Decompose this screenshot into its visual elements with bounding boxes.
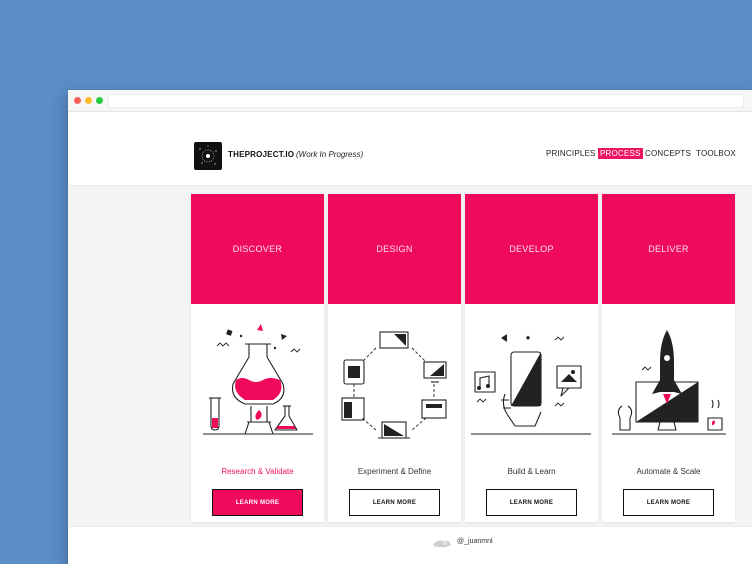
card-design: DESIGN Experiment & Define LEARN MORE — [328, 194, 461, 522]
card-header: DESIGN — [328, 194, 461, 304]
devices-cycle-icon — [334, 322, 455, 442]
site-footer: @_juanmnl — [68, 526, 752, 564]
maximize-window-button[interactable] — [96, 97, 103, 104]
learn-more-button[interactable]: LEARN MORE — [212, 489, 303, 516]
browser-window: THEPROJECT.IO (Work In Progress) PRINCIP… — [68, 90, 752, 564]
card-header: DISCOVER — [191, 194, 324, 304]
card-title: DEVELOP — [509, 244, 554, 254]
card-deliver: DELIVER Automate & Scale LEARN MORE — [602, 194, 735, 522]
card-discover: DISCOVER Research & Validate LEARN MORE — [191, 194, 324, 522]
card-subtitle: Research & Validate — [221, 467, 294, 476]
minimize-window-button[interactable] — [85, 97, 92, 104]
lab-flasks-icon — [197, 322, 318, 442]
rocket-monitor-icon — [608, 322, 729, 442]
card-subtitle: Experiment & Define — [357, 467, 432, 476]
card-header: DELIVER — [602, 194, 735, 304]
nav-principles[interactable]: PRINCIPLES — [546, 149, 596, 158]
nav-toolbox[interactable]: TOOLBOX — [696, 149, 736, 158]
avatar-icon — [431, 536, 453, 548]
learn-more-button[interactable]: LEARN MORE — [349, 489, 440, 516]
logo-icon[interactable] — [194, 142, 222, 170]
nav-process[interactable]: PROCESS — [598, 148, 643, 159]
card-header: DEVELOP — [465, 194, 598, 304]
card-develop: DEVELOP Build & Learn LEARN MORE — [465, 194, 598, 522]
process-section: DISCOVER Research & Validate LEARN MORE … — [68, 186, 752, 526]
learn-more-button[interactable]: LEARN MORE — [486, 489, 577, 516]
learn-more-button[interactable]: LEARN MORE — [623, 489, 714, 516]
brand-tagline: (Work In Progress) — [296, 150, 364, 159]
card-title: DELIVER — [648, 244, 689, 254]
hand-phone-icon — [471, 322, 592, 442]
brand-name[interactable]: THEPROJECT.IO — [228, 150, 294, 159]
address-bar[interactable] — [108, 94, 744, 108]
card-title: DESIGN — [376, 244, 413, 254]
card-subtitle: Automate & Scale — [636, 467, 701, 476]
close-window-button[interactable] — [74, 97, 81, 104]
card-title: DISCOVER — [232, 244, 283, 254]
site-header: THEPROJECT.IO (Work In Progress) PRINCIP… — [68, 112, 752, 186]
card-subtitle: Build & Learn — [507, 467, 556, 476]
author-credit[interactable]: @_juanmnl — [457, 538, 493, 545]
title-bar — [68, 90, 752, 112]
nav-concepts[interactable]: CONCEPTS — [645, 149, 691, 158]
